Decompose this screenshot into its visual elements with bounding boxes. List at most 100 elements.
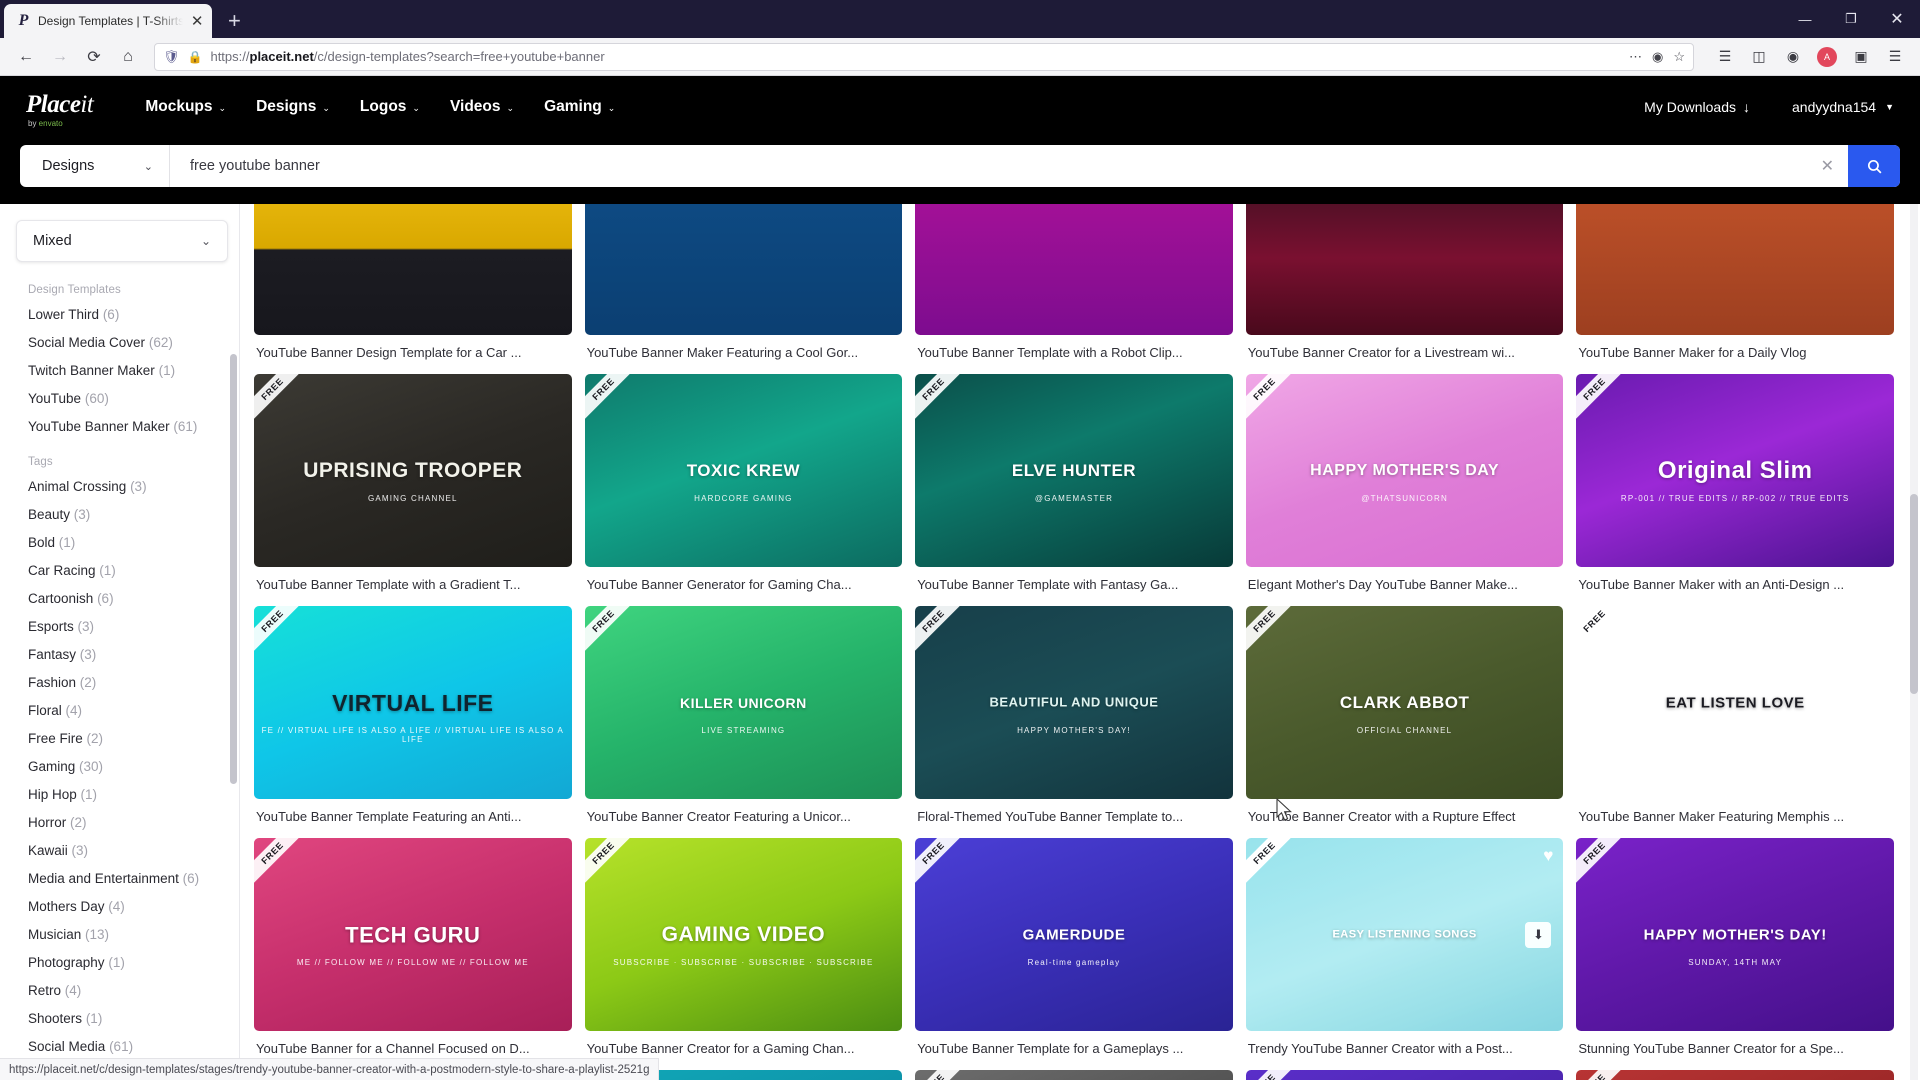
lock-icon[interactable]: 🔒: [188, 50, 203, 64]
template-caption[interactable]: YouTube Banner Template with Fantasy Ga.…: [915, 567, 1233, 606]
template-caption[interactable]: YouTube Banner Template for a Gameplays …: [915, 1031, 1233, 1070]
pocket-icon[interactable]: ◉: [1652, 49, 1663, 65]
facet-item-social-media-cover[interactable]: Social Media Cover (62): [16, 335, 240, 350]
template-thumbnail[interactable]: [915, 204, 1233, 335]
template-card[interactable]: FREE VIRTUAL LIFE FE // VIRTUAL LIFE IS AL…: [254, 606, 572, 838]
template-thumbnail[interactable]: FREE GAMING VIDEO SUBSCRIBE · SUBSCRIBE · …: [584, 838, 903, 1031]
template-card[interactable]: FREE Original Slim RP-001 // TRUE EDITS //…: [1576, 374, 1894, 606]
template-caption[interactable]: YouTube Banner Generator for Gaming Cha.…: [585, 567, 903, 606]
template-card[interactable]: FREEDIY ChannelsTHE BEST: [1245, 1070, 1564, 1080]
template-caption[interactable]: Stunning YouTube Banner Creator for a Sp…: [1576, 1031, 1894, 1070]
template-card[interactable]: FREE CLARK ABBOT OFFICIAL CHANNEL YouTube B…: [1245, 606, 1564, 838]
nav-item-mockups[interactable]: Mockups ⌄: [145, 98, 226, 116]
facet-item-beauty[interactable]: Beauty (3): [16, 507, 240, 522]
close-tab-icon[interactable]: ✕: [190, 14, 204, 29]
template-thumbnail[interactable]: [584, 204, 903, 335]
template-thumbnail[interactable]: FREE UPRISING TROOPER GAMING CHANNEL: [254, 374, 572, 567]
facet-item-animal-crossing[interactable]: Animal Crossing (3): [16, 479, 240, 494]
template-thumbnail[interactable]: FREEDIY ChannelsTHE BEST: [1245, 1070, 1564, 1080]
facet-item-free-fire[interactable]: Free Fire (2): [16, 731, 240, 746]
template-thumbnail[interactable]: [1245, 204, 1564, 335]
template-caption[interactable]: Elegant Mother's Day YouTube Banner Make…: [1246, 567, 1564, 606]
facet-item-bold[interactable]: Bold (1): [16, 535, 240, 550]
template-caption[interactable]: YouTube Banner Maker Featuring Memphis .…: [1576, 799, 1894, 838]
page-actions-icon[interactable]: ⋯: [1629, 49, 1642, 65]
template-thumbnail[interactable]: FREE TECH GURU ME // FOLLOW ME // FOLLOW M…: [254, 838, 572, 1031]
nav-item-gaming[interactable]: Gaming ⌄: [544, 98, 615, 116]
template-thumbnail[interactable]: FREE EAT LISTEN LOVE NEW ALBUMS REVIEW: [1576, 606, 1894, 799]
template-thumbnail[interactable]: FREE CLARK ABBOT OFFICIAL CHANNEL: [1245, 606, 1564, 799]
reload-icon[interactable]: ⟳: [78, 42, 110, 72]
template-card[interactable]: FREE UPRISING TROOPER GAMING CHANNEL YouTub…: [254, 374, 572, 606]
nav-item-logos[interactable]: Logos ⌄: [360, 98, 420, 116]
url-bar[interactable]: 🛡 🔒 https://placeit.net/c/design-templat…: [154, 42, 1694, 71]
facet-item-cartoonish[interactable]: Cartoonish (6): [16, 591, 240, 606]
template-card[interactable]: YouTube Banner Creator for a Livestream …: [1245, 204, 1564, 374]
forward-icon[interactable]: →: [44, 42, 76, 72]
template-caption[interactable]: YouTube Banner Creator for a Livestream …: [1246, 335, 1564, 374]
shield-icon[interactable]: 🛡: [163, 49, 180, 65]
template-caption[interactable]: YouTube Banner Template with a Robot Cli…: [915, 335, 1233, 374]
search-category-select[interactable]: Designs ⌄: [20, 145, 170, 187]
template-thumbnail[interactable]: FREE ELVE HUNTER @GAMEMASTER: [915, 374, 1233, 567]
facet-item-gaming[interactable]: Gaming (30): [16, 759, 240, 774]
template-caption[interactable]: Floral-Themed YouTube Banner Template to…: [915, 799, 1233, 838]
facet-item-photography[interactable]: Photography (1): [16, 955, 240, 970]
template-thumbnail[interactable]: [254, 204, 572, 335]
home-icon[interactable]: ⌂: [112, 42, 144, 72]
clear-search-icon[interactable]: ✕: [1807, 156, 1848, 176]
template-thumbnail[interactable]: FREE HAPPY MOTHER'S DAY! SUNDAY, 14TH MAY: [1576, 838, 1894, 1031]
browser-tab[interactable]: P Design Templates | T-Shirts, Ins ✕: [4, 4, 212, 38]
user-menu[interactable]: andyydna154 ▼: [1792, 99, 1894, 115]
facet-item-hip-hop[interactable]: Hip Hop (1): [16, 787, 240, 802]
account-icon[interactable]: ◉: [1778, 42, 1808, 72]
extension-icon[interactable]: ▣: [1846, 42, 1876, 72]
facet-item-social-media[interactable]: Social Media (61): [16, 1039, 240, 1054]
template-caption[interactable]: YouTube Banner Maker Featuring a Cool Go…: [585, 335, 903, 374]
search-submit-button[interactable]: [1848, 145, 1900, 187]
sidebar-scrollbar[interactable]: [230, 354, 237, 784]
facet-item-car-racing[interactable]: Car Racing (1): [16, 563, 240, 578]
template-thumbnail[interactable]: FREENOVELS, THRILLERS, SCI-FIBOOKWORMS 3…: [915, 1070, 1233, 1080]
template-thumbnail[interactable]: FREE HAPPY MOTHER'S DAY @THATSUNICORN: [1245, 374, 1564, 567]
minimize-icon[interactable]: —: [1782, 0, 1828, 38]
facet-item-esports[interactable]: Esports (3): [16, 619, 240, 634]
template-card[interactable]: YouTube Banner Maker Featuring a Cool Go…: [584, 204, 903, 374]
bookmark-star-icon[interactable]: ☆: [1673, 49, 1685, 65]
template-card[interactable]: FREE GAMERDUDE Real-time gameplay YouTube B…: [915, 838, 1233, 1070]
app-menu-icon[interactable]: ☰: [1880, 42, 1910, 72]
template-card[interactable]: FREE BEAUTIFUL AND UNIQUE HAPPY MOTHER'S D…: [915, 606, 1233, 838]
template-caption[interactable]: YouTube Banner Design Template for a Car…: [254, 335, 572, 374]
template-thumbnail[interactable]: FREE KILLER UNICORN LIVE STREAMING: [584, 606, 903, 799]
sort-select[interactable]: Mixed ⌄: [16, 220, 228, 262]
template-card[interactable]: FREE HAPPY MOTHER'S DAY @THATSUNICORN Elega…: [1245, 374, 1564, 606]
facet-item-shooters[interactable]: Shooters (1): [16, 1011, 240, 1026]
my-downloads-link[interactable]: My Downloads ↓: [1644, 99, 1750, 115]
search-input[interactable]: [170, 145, 1807, 187]
template-thumbnail[interactable]: FREE TOXIC KREW HARDCORE GAMING: [584, 374, 903, 567]
template-caption[interactable]: Trendy YouTube Banner Creator with a Pos…: [1246, 1031, 1564, 1070]
template-card[interactable]: FREENOVELS, THRILLERS, SCI-FIBOOKWORMS 3…: [915, 1070, 1233, 1080]
facet-item-kawaii[interactable]: Kawaii (3): [16, 843, 240, 858]
template-card[interactable]: FREE GAMING VIDEO SUBSCRIBE · SUBSCRIBE · …: [584, 838, 903, 1070]
template-card[interactable]: FREE EASY LISTENING SONGS ♥ ⬇ Trendy YouTube…: [1245, 838, 1564, 1070]
template-card[interactable]: YouTube Banner Template with a Robot Cli…: [915, 204, 1233, 374]
facet-item-horror[interactable]: Horror (2): [16, 815, 240, 830]
download-icon[interactable]: ⬇: [1525, 921, 1552, 948]
facet-item-floral[interactable]: Floral (4): [16, 703, 240, 718]
library-icon[interactable]: ☰: [1710, 42, 1740, 72]
placeit-logo[interactable]: Placeit by envato: [26, 92, 94, 128]
template-card[interactable]: FREE KILLER UNICORN LIVE STREAMING YouTube …: [584, 606, 903, 838]
facet-item-mothers-day[interactable]: Mothers Day (4): [16, 899, 240, 914]
template-caption[interactable]: YouTube Banner Template Featuring an Ant…: [254, 799, 572, 838]
facet-item-youtube[interactable]: YouTube (60): [16, 391, 240, 406]
facet-item-youtube-banner-maker[interactable]: YouTube Banner Maker (61): [16, 419, 240, 434]
template-thumbnail[interactable]: FREE GAMERDUDE Real-time gameplay: [915, 838, 1233, 1031]
template-card[interactable]: YouTube Banner Design Template for a Car…: [254, 204, 572, 374]
favorite-heart-icon[interactable]: ♥: [1543, 846, 1553, 866]
template-thumbnail[interactable]: [1576, 204, 1894, 335]
facet-item-twitch-banner-maker[interactable]: Twitch Banner Maker (1): [16, 363, 240, 378]
back-icon[interactable]: ←: [10, 42, 42, 72]
template-caption[interactable]: YouTube Banner Creator Featuring a Unico…: [585, 799, 903, 838]
template-card[interactable]: FREE ELVE HUNTER @GAMEMASTER YouTube Banner…: [915, 374, 1233, 606]
